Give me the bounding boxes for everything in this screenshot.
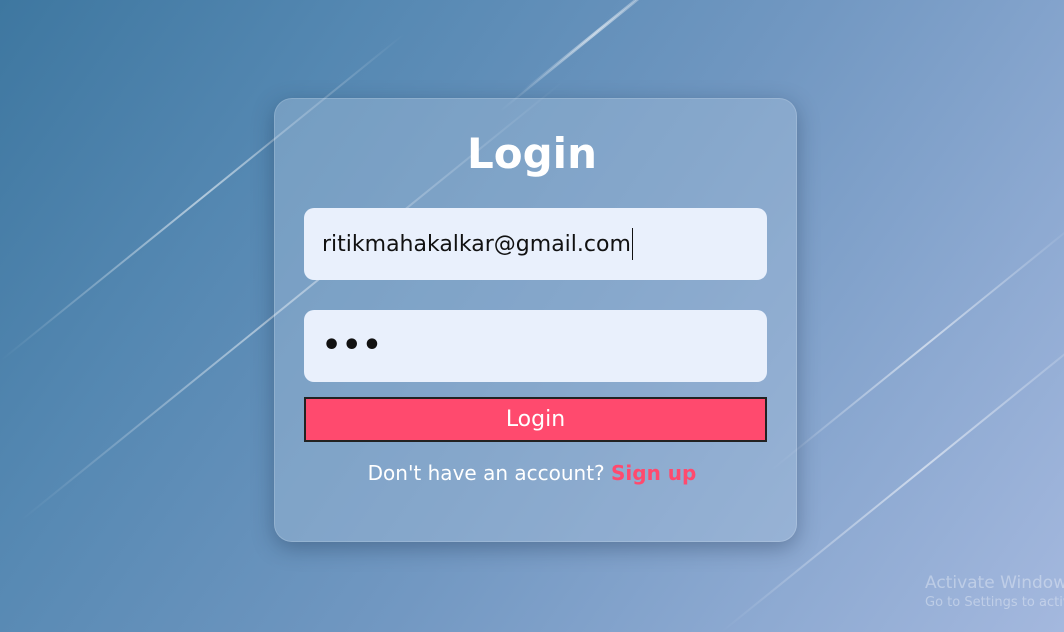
password-input[interactable]: ••• [304, 310, 767, 382]
signup-prompt-text: Don't have an account? [367, 461, 605, 485]
text-caret [631, 228, 633, 260]
watermark-title: Activate Windows [925, 573, 1064, 593]
login-title: Login [467, 129, 597, 178]
email-input[interactable]: ritikmahakalkar@gmail.com [304, 208, 767, 280]
password-masked-value: ••• [322, 328, 383, 363]
light-streak [520, 0, 677, 94]
light-streak [500, 0, 688, 112]
login-button[interactable]: Login [304, 397, 767, 442]
light-streak [770, 218, 1064, 472]
signup-prompt-line: Don't have an account? Sign up [0, 458, 1064, 488]
email-value: ritikmahakalkar@gmail.com [322, 231, 631, 257]
signup-link[interactable]: Sign up [611, 461, 696, 485]
activate-windows-watermark: Activate Windows Go to Settings to activ… [925, 572, 1064, 612]
watermark-subtitle: Go to Settings to activate Windows. [925, 595, 1064, 610]
